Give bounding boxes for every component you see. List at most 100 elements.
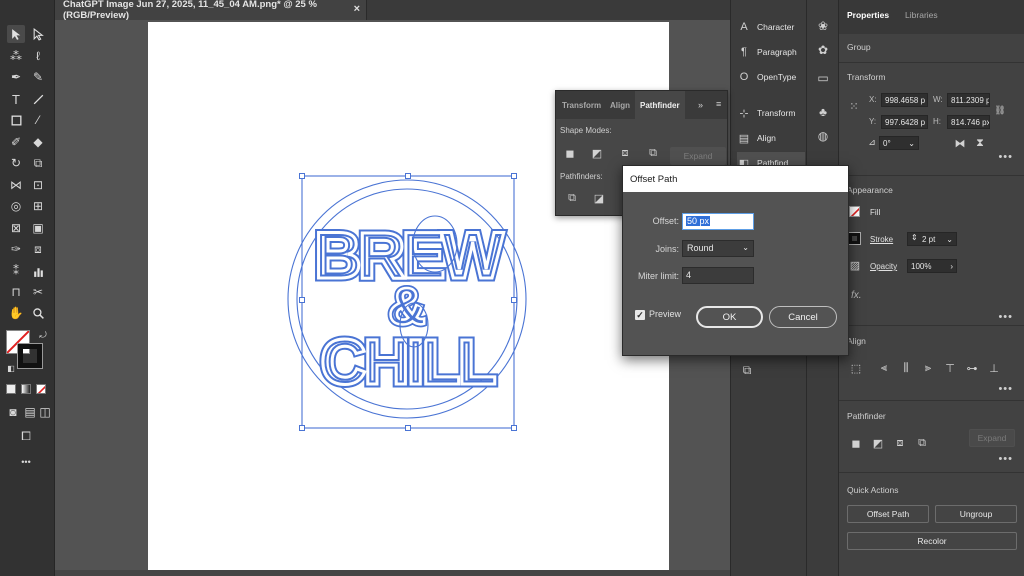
stepper-icon[interactable]: ⇕ xyxy=(911,233,918,242)
fill-none-swatch[interactable] xyxy=(849,206,860,217)
mesh-tool-icon[interactable]: ⊠ xyxy=(7,219,25,237)
width-tool-icon[interactable]: ⋈ xyxy=(7,176,25,194)
perspective-grid-tool-icon[interactable]: ⊞ xyxy=(29,197,47,215)
slice-tool-icon[interactable]: ✂ xyxy=(29,283,47,301)
eyedropper-tool-icon[interactable]: ✑ xyxy=(7,240,25,258)
paintbrush-tool-icon[interactable]: ⁄ xyxy=(29,111,47,129)
constrain-proportions-icon[interactable]: ⛓ xyxy=(993,103,1007,117)
type-tool-icon[interactable]: T xyxy=(7,90,25,108)
pathfinder-panel-expand-button[interactable]: Expand xyxy=(670,147,726,165)
flip-vertical-icon[interactable]: ⧗ xyxy=(973,136,987,150)
align-panel-button[interactable]: ▤ Align xyxy=(737,127,805,149)
intersect-icon[interactable]: ⧈ xyxy=(618,146,632,160)
artboard-tool-icon[interactable]: ⊓ xyxy=(7,283,25,301)
offset-path-button[interactable]: Offset Path xyxy=(847,505,929,523)
edit-toolbar-button[interactable]: ••• xyxy=(17,453,35,471)
close-document-icon[interactable]: × xyxy=(354,3,360,15)
tab-transform[interactable]: Transform xyxy=(562,91,601,119)
default-fill-stroke-icon[interactable]: ◧ xyxy=(2,360,20,378)
stroke-label[interactable]: Stroke xyxy=(870,235,893,244)
ungroup-button[interactable]: Ungroup xyxy=(935,505,1017,523)
scale-tool-icon[interactable]: ⧉ xyxy=(29,154,47,172)
unite-icon[interactable]: ◼ xyxy=(563,146,577,160)
draw-inside-icon[interactable]: ◫ xyxy=(36,403,54,421)
symbols-icon[interactable]: ♣ xyxy=(815,104,831,120)
draw-normal-icon[interactable]: ◙ xyxy=(4,403,22,421)
h-field[interactable]: 814.746 px xyxy=(947,115,990,129)
opacity-field[interactable]: 100% › xyxy=(907,259,957,273)
align-top-icon[interactable]: ⊤ xyxy=(943,361,957,375)
align-left-icon[interactable]: ⫷ xyxy=(877,361,891,375)
horizontal-scrollbar[interactable] xyxy=(55,570,730,576)
opentype-panel-button[interactable]: O OpenType xyxy=(737,66,805,88)
none-mode-button[interactable] xyxy=(36,384,46,394)
screen-mode-icon[interactable]: ⧠ xyxy=(17,427,35,445)
color-mode-button[interactable] xyxy=(6,384,16,394)
gradient-mode-button[interactable] xyxy=(21,384,31,394)
x-field[interactable]: 998.4658 p xyxy=(881,93,928,107)
reference-point-icon[interactable]: ⁙ xyxy=(847,99,861,113)
selection-handle[interactable] xyxy=(511,425,517,431)
opacity-label[interactable]: Opacity xyxy=(870,262,897,271)
curvature-tool-icon[interactable]: ✎ xyxy=(29,68,47,86)
pathfinder-expand-button[interactable]: Expand xyxy=(969,429,1015,447)
stroke-swatch-small[interactable] xyxy=(848,232,861,245)
selection-handle[interactable] xyxy=(405,425,411,431)
transform-panel-button[interactable]: ⊹ Transform xyxy=(737,102,805,124)
selection-tool-icon[interactable] xyxy=(7,25,25,43)
align-middle-icon[interactable]: ⊶ xyxy=(965,361,979,375)
tab-libraries[interactable]: Libraries xyxy=(897,10,946,20)
column-graph-tool-icon[interactable] xyxy=(29,262,47,280)
more-transform-options[interactable]: ••• xyxy=(998,151,1013,163)
more-align-options[interactable]: ••• xyxy=(998,383,1013,395)
exclude-icon[interactable]: ⧉ xyxy=(646,146,660,160)
document-tab[interactable]: ChatGPT Image Jun 27, 2025, 11_45_04 AM.… xyxy=(55,0,367,21)
blend-tool-icon[interactable]: ⧈ xyxy=(29,240,47,258)
symbol-sprayer-tool-icon[interactable]: ⁑ xyxy=(7,262,25,280)
magic-wand-tool-icon[interactable]: ⁂ xyxy=(7,47,25,65)
swatches-icon[interactable]: ❀ xyxy=(815,18,831,34)
recolor-button[interactable]: Recolor xyxy=(847,532,1017,550)
divide-icon[interactable]: ⧉ xyxy=(565,191,579,205)
tab-properties[interactable]: Properties xyxy=(839,10,897,20)
zoom-tool-icon[interactable] xyxy=(29,304,47,322)
flip-horizontal-icon[interactable]: ⧓ xyxy=(953,136,967,150)
swap-fill-stroke-icon[interactable]: ⤾ xyxy=(34,326,52,344)
line-tool-icon[interactable] xyxy=(29,90,47,108)
align-center-icon[interactable]: ⫼ xyxy=(899,361,913,375)
rotate-tool-icon[interactable]: ↻ xyxy=(7,154,25,172)
joins-select[interactable]: Round ⌄ xyxy=(682,240,754,257)
character-panel-button[interactable]: A Character xyxy=(737,16,805,38)
align-to-icon[interactable]: ⬚ xyxy=(849,361,863,375)
graphic-styles-icon[interactable]: ◍ xyxy=(815,128,831,144)
minus-front-icon[interactable]: ◩ xyxy=(590,146,604,160)
selection-handle[interactable] xyxy=(405,173,411,179)
selection-handle[interactable] xyxy=(299,173,305,179)
selection-handle[interactable] xyxy=(299,297,305,303)
selection-handle[interactable] xyxy=(511,297,517,303)
y-field[interactable]: 997.6428 p xyxy=(881,115,928,129)
more-appearance-options[interactable]: ••• xyxy=(998,311,1013,323)
tab-pathfinder[interactable]: Pathfinder xyxy=(635,91,685,119)
fx-button[interactable]: fx. xyxy=(851,290,862,301)
minus-front-icon[interactable]: ◩ xyxy=(871,436,885,450)
stroke-weight-field[interactable]: ⇕ 2 pt ⌄ xyxy=(907,232,957,246)
exclude-icon[interactable]: ⧉ xyxy=(915,436,929,450)
brushes-icon[interactable]: ✿ xyxy=(815,42,831,58)
trim-icon[interactable]: ◪ xyxy=(592,191,606,205)
unite-icon[interactable]: ◼ xyxy=(849,436,863,450)
collapse-panel-icon[interactable]: » xyxy=(698,100,703,110)
rectangle-tool-icon[interactable] xyxy=(7,111,25,129)
shape-builder-tool-icon[interactable]: ◎ xyxy=(7,197,25,215)
pen-tool-icon[interactable]: ✒ xyxy=(7,68,25,86)
panel-menu-icon[interactable]: ≡ xyxy=(716,99,721,109)
stroke-swatch[interactable] xyxy=(17,343,43,369)
selection-handle[interactable] xyxy=(299,425,305,431)
intersect-icon[interactable]: ⧈ xyxy=(893,436,907,450)
offset-input[interactable]: 50 px xyxy=(682,213,754,230)
free-transform-tool-icon[interactable]: ⊡ xyxy=(29,176,47,194)
artboards-icon[interactable]: ⧉ xyxy=(739,362,755,378)
angle-field[interactable]: 0° ⌄ xyxy=(879,136,919,150)
miter-limit-input[interactable]: 4 xyxy=(682,267,754,284)
gradient-tool-icon[interactable]: ▣ xyxy=(29,219,47,237)
